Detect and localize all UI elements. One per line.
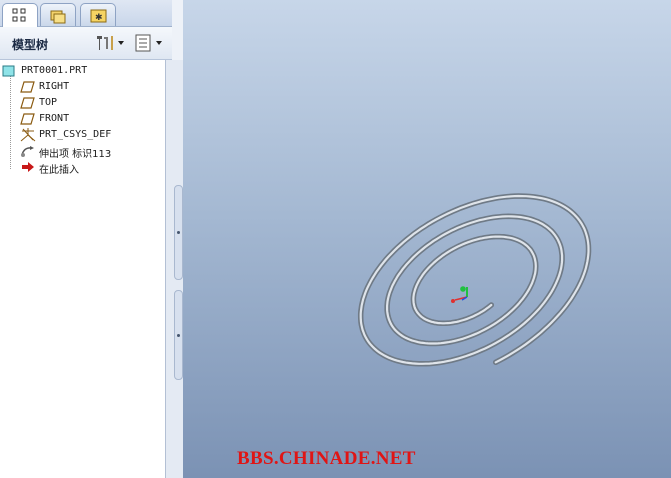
settings-dropdown-button[interactable] xyxy=(94,33,126,53)
tab-favorites[interactable]: ✱ xyxy=(80,3,116,26)
model-tree-header: 模型树 xyxy=(0,27,172,60)
model-tree: PRT0001.PRT RIGHT TOP FRONT PRT_CSYS_DEF… xyxy=(0,60,166,478)
svg-text:✱: ✱ xyxy=(95,13,103,23)
csys-icon xyxy=(20,128,36,142)
spiral-model xyxy=(357,193,592,367)
tree-item-label: TOP xyxy=(39,97,58,108)
tree-item-label: FRONT xyxy=(39,113,70,124)
favorites-icon: ✱ xyxy=(90,9,107,23)
tree-item-label: RIGHT xyxy=(39,81,70,92)
tree-item-label: PRT0001.PRT xyxy=(21,65,88,76)
tree-item-label: 在此插入 xyxy=(39,165,79,176)
coordinate-axes-icon xyxy=(451,286,468,303)
navigator-panel: ✱ 模型树 PRT0001.PRT RIGHT TOP FRONT PRT_CS… xyxy=(0,0,183,478)
tab-model-tree[interactable] xyxy=(2,3,38,27)
datum-plane-icon xyxy=(20,113,35,125)
tools-icon xyxy=(97,36,124,50)
model-tree-icon xyxy=(12,8,26,22)
show-dropdown-button[interactable] xyxy=(134,33,166,53)
tree-item-label: PRT_CSYS_DEF xyxy=(39,129,112,140)
list-settings-icon xyxy=(135,34,162,52)
splitter-grip[interactable] xyxy=(174,185,183,280)
datum-plane-icon xyxy=(20,81,35,93)
model-tree-title: 模型树 xyxy=(12,38,49,52)
graphics-viewport[interactable]: BBS.CHINADE.NET xyxy=(183,0,671,478)
watermark-text: BBS.CHINADE.NET xyxy=(237,448,416,469)
tree-connector xyxy=(10,75,11,169)
protrusion-icon xyxy=(21,146,34,157)
splitter-grip[interactable] xyxy=(174,290,183,380)
tab-folder-browser[interactable] xyxy=(40,3,76,26)
part-icon xyxy=(2,65,15,77)
folder-icon xyxy=(50,10,66,24)
insert-here-arrow-icon xyxy=(22,162,34,172)
navigator-tab-strip: ✱ xyxy=(0,0,172,27)
tree-item-label: 伸出项 标识113 xyxy=(39,149,112,160)
panel-splitter[interactable] xyxy=(166,60,183,478)
datum-plane-icon xyxy=(20,97,35,109)
